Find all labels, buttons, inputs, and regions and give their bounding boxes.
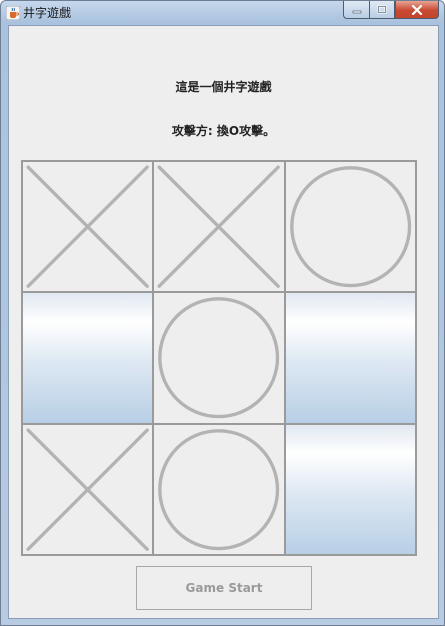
- minimize-button[interactable]: [343, 1, 369, 19]
- close-icon: [411, 4, 423, 15]
- close-button[interactable]: [395, 1, 439, 19]
- board-cell-2-1[interactable]: [153, 423, 285, 555]
- board-cell-2-0[interactable]: [22, 423, 154, 555]
- o-mark-icon: [158, 428, 280, 550]
- board-cell-2-2[interactable]: [284, 423, 416, 555]
- game-heading: 這是一個井字遊戲: [175, 80, 272, 94]
- board-cell-1-1[interactable]: [153, 292, 285, 424]
- o-mark-icon: [289, 166, 411, 288]
- board-cell-0-2[interactable]: [284, 161, 416, 293]
- x-mark-icon: [157, 165, 281, 288]
- board-cell-0-1[interactable]: [153, 161, 285, 293]
- app-window: 井字遊戲 這是一個井字遊戲 攻擊方: 換O攻擊。 Game Start: [0, 0, 445, 626]
- window-controls: [343, 1, 439, 19]
- content-panel: 這是一個井字遊戲 攻擊方: 換O攻擊。 Game Start: [8, 25, 439, 619]
- board-cell-1-2[interactable]: [284, 292, 416, 424]
- turn-status: 攻擊方: 換O攻擊。: [171, 124, 276, 138]
- window-title: 井字遊戲: [23, 6, 72, 20]
- board-cell-1-0[interactable]: [22, 292, 154, 424]
- maximize-icon: [377, 5, 387, 13]
- x-mark-icon: [26, 165, 149, 288]
- board-cell-0-0[interactable]: [22, 161, 154, 293]
- x-mark-icon: [26, 428, 149, 551]
- title-bar[interactable]: 井字遊戲: [1, 1, 444, 25]
- maximize-button[interactable]: [369, 1, 395, 19]
- minimize-icon: [352, 10, 361, 13]
- game-start-button[interactable]: Game Start: [136, 566, 312, 610]
- game-board: [21, 160, 417, 556]
- o-mark-icon: [158, 297, 280, 419]
- java-cup-icon: [6, 6, 20, 20]
